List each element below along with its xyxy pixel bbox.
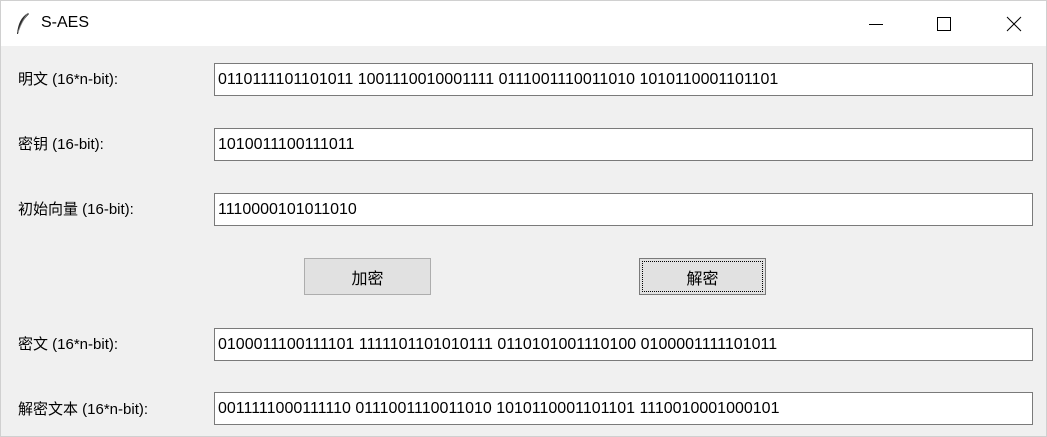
iv-label: 初始向量 (16-bit): [18, 201, 134, 218]
minimize-icon [869, 23, 883, 25]
key-input[interactable]: 1010011100111011 [214, 128, 1033, 161]
iv-input[interactable]: 1110000101011010 [214, 193, 1033, 226]
close-button[interactable] [991, 1, 1037, 46]
maximize-button[interactable] [921, 1, 967, 46]
ciphertext-label: 密文 (16*n-bit): [18, 336, 119, 353]
app-window: S-AES 明文 (16*n-bit): 0110111101101011 10… [0, 0, 1047, 437]
encrypt-button[interactable]: 加密 [304, 258, 431, 295]
plaintext-input[interactable]: 0110111101101011 1001110010001111 011100… [214, 63, 1033, 96]
focus-ring [642, 261, 763, 292]
feather-icon [15, 12, 31, 36]
close-icon [1006, 16, 1022, 31]
title-bar[interactable]: S-AES [1, 1, 1046, 46]
minimize-button[interactable] [853, 1, 899, 46]
decrypt-button[interactable]: 解密 [639, 258, 766, 295]
decrypted-label: 解密文本 (16*n-bit): [18, 401, 149, 418]
encrypt-button-label: 加密 [351, 270, 384, 288]
maximize-icon [937, 16, 951, 31]
window-title: S-AES [41, 14, 90, 31]
plaintext-label: 明文 (16*n-bit): [18, 71, 119, 88]
key-label: 密钥 (16-bit): [18, 136, 104, 153]
ciphertext-input[interactable]: 0100011100111101 1111101101010111 011010… [214, 328, 1033, 361]
decrypted-input[interactable]: 0011111000111110 0111001110011010 101011… [214, 392, 1033, 425]
